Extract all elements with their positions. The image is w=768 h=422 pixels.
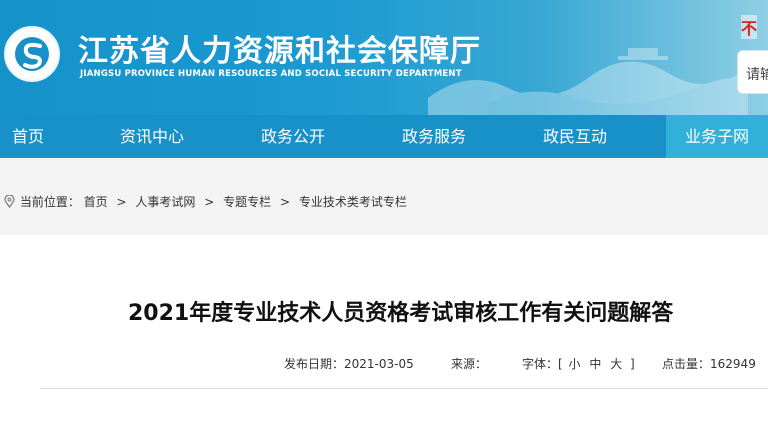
breadcrumb-separator: > bbox=[116, 195, 127, 209]
view-count-value: 162949 bbox=[710, 357, 756, 371]
font-size-controls: 字体：[ 小 中 大 ] bbox=[522, 355, 635, 372]
search-placeholder: 请输 bbox=[746, 67, 768, 83]
font-medium-button[interactable]: 中 bbox=[589, 357, 601, 371]
breadcrumb-separator: > bbox=[204, 195, 215, 209]
breadcrumb-item-special-topics[interactable]: 专题专栏 bbox=[223, 195, 271, 209]
font-large-button[interactable]: 大 bbox=[610, 357, 622, 371]
breadcrumb-item-exam-site[interactable]: 人事考试网 bbox=[135, 195, 195, 209]
source-label: 来源： bbox=[451, 357, 488, 371]
nav-item-news[interactable]: 资讯中心 bbox=[114, 115, 190, 158]
site-title: 江苏省人力资源和社会保障厅 bbox=[78, 34, 481, 69]
site-header: 江苏省人力资源和社会保障厅 JIANGSU PROVINCE HUMAN RES… bbox=[0, 0, 768, 115]
nav-item-public-affairs[interactable]: 政务公开 bbox=[255, 115, 331, 158]
nav-item-sub-sites[interactable]: 业务子网 bbox=[666, 115, 768, 158]
font-small-button[interactable]: 小 bbox=[569, 357, 581, 371]
breadcrumb: 当前位置： 首页 > 人事考试网 > 专题专栏 > 专业技术类考试专栏 bbox=[4, 193, 407, 211]
main-nav: 首页 资讯中心 政务公开 政务服务 政民互动 业务子网 bbox=[0, 115, 768, 158]
meta-divider bbox=[40, 388, 768, 389]
font-size-bracket: ] bbox=[630, 357, 635, 371]
nav-item-services[interactable]: 政务服务 bbox=[396, 115, 472, 158]
accessibility-mark[interactable]: 不 bbox=[741, 15, 758, 39]
publish-date-label: 发布日期： bbox=[284, 357, 345, 371]
publish-date-value: 2021-03-05 bbox=[344, 357, 414, 371]
nav-item-interaction[interactable]: 政民互动 bbox=[537, 115, 613, 158]
breadcrumb-item-professional-exams[interactable]: 专业技术类考试专栏 bbox=[299, 195, 407, 209]
font-size-label: 字体：[ bbox=[522, 357, 563, 371]
article-title: 2021年度专业技术人员资格考试审核工作有关问题解答 bbox=[128, 301, 674, 326]
site-logo[interactable] bbox=[4, 26, 60, 82]
breadcrumb-prefix: 当前位置： bbox=[19, 195, 80, 209]
breadcrumb-separator: > bbox=[279, 195, 291, 209]
location-pin-icon bbox=[4, 194, 16, 211]
article-panel: 2021年度专业技术人员资格考试审核工作有关问题解答 发布日期：2021-03-… bbox=[0, 235, 768, 422]
view-count-label: 点击量： bbox=[662, 357, 711, 371]
publish-date: 发布日期：2021-03-05 bbox=[284, 355, 414, 372]
view-count: 点击量：162949 bbox=[662, 355, 756, 372]
nav-item-home[interactable]: 首页 bbox=[0, 115, 56, 158]
article-source: 来源： bbox=[451, 355, 487, 372]
breadcrumb-item-home[interactable]: 首页 bbox=[84, 195, 108, 209]
site-subtitle: JIANGSU PROVINCE HUMAN RESOURCES AND SOC… bbox=[80, 69, 462, 79]
search-input[interactable]: 请输 bbox=[737, 50, 768, 94]
